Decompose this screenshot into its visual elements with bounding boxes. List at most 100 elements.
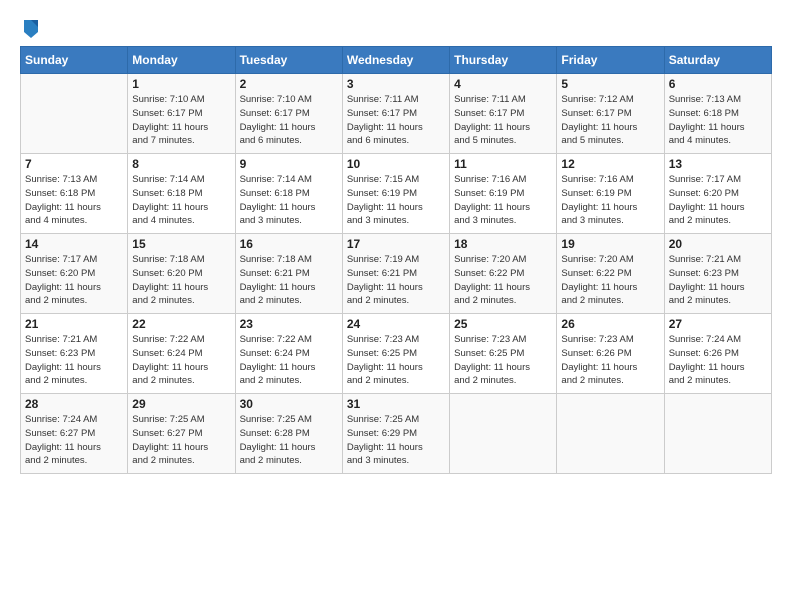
calendar-cell: 10 Sunrise: 7:15 AMSunset: 6:19 PMDayligh… [342, 154, 449, 234]
day-number: 26 [561, 317, 659, 331]
calendar-cell: 30 Sunrise: 7:25 AMSunset: 6:28 PMDayligh… [235, 394, 342, 474]
day-number: 2 [240, 77, 338, 91]
day-info: Sunrise: 7:10 AMSunset: 6:17 PMDaylight:… [240, 93, 338, 148]
logo [20, 18, 40, 40]
calendar-cell: 8 Sunrise: 7:14 AMSunset: 6:18 PMDaylight… [128, 154, 235, 234]
day-info: Sunrise: 7:10 AMSunset: 6:17 PMDaylight:… [132, 93, 230, 148]
calendar-cell: 18 Sunrise: 7:20 AMSunset: 6:22 PMDayligh… [450, 234, 557, 314]
day-info: Sunrise: 7:14 AMSunset: 6:18 PMDaylight:… [240, 173, 338, 228]
day-info: Sunrise: 7:17 AMSunset: 6:20 PMDaylight:… [25, 253, 123, 308]
week-row-4: 21 Sunrise: 7:21 AMSunset: 6:23 PMDayligh… [21, 314, 772, 394]
calendar-cell: 14Sunrise: 7:17 AMSunset: 6:20 PMDayligh… [21, 234, 128, 314]
week-row-2: 7 Sunrise: 7:13 AMSunset: 6:18 PMDaylight… [21, 154, 772, 234]
header-row: SundayMondayTuesdayWednesdayThursdayFrid… [21, 47, 772, 74]
day-info: Sunrise: 7:19 AMSunset: 6:21 PMDaylight:… [347, 253, 445, 308]
day-number: 31 [347, 397, 445, 411]
day-info: Sunrise: 7:23 AMSunset: 6:25 PMDaylight:… [454, 333, 552, 388]
calendar-cell: 4 Sunrise: 7:11 AMSunset: 6:17 PMDaylight… [450, 74, 557, 154]
day-number: 3 [347, 77, 445, 91]
day-number: 5 [561, 77, 659, 91]
day-header-wednesday: Wednesday [342, 47, 449, 74]
day-number: 25 [454, 317, 552, 331]
day-header-saturday: Saturday [664, 47, 771, 74]
day-info: Sunrise: 7:14 AMSunset: 6:18 PMDaylight:… [132, 173, 230, 228]
day-number: 17 [347, 237, 445, 251]
day-info: Sunrise: 7:23 AMSunset: 6:26 PMDaylight:… [561, 333, 659, 388]
calendar-cell: 31 Sunrise: 7:25 AMSunset: 6:29 PMDayligh… [342, 394, 449, 474]
day-number: 30 [240, 397, 338, 411]
day-number: 1 [132, 77, 230, 91]
calendar-cell: 23 Sunrise: 7:22 AMSunset: 6:24 PMDayligh… [235, 314, 342, 394]
calendar-cell: 20 Sunrise: 7:21 AMSunset: 6:23 PMDayligh… [664, 234, 771, 314]
day-number: 20 [669, 237, 767, 251]
calendar-cell: 13Sunrise: 7:17 AMSunset: 6:20 PMDayligh… [664, 154, 771, 234]
day-info: Sunrise: 7:24 AMSunset: 6:26 PMDaylight:… [669, 333, 767, 388]
calendar-table: SundayMondayTuesdayWednesdayThursdayFrid… [20, 46, 772, 474]
day-info: Sunrise: 7:15 AMSunset: 6:19 PMDaylight:… [347, 173, 445, 228]
day-info: Sunrise: 7:11 AMSunset: 6:17 PMDaylight:… [454, 93, 552, 148]
calendar-cell [21, 74, 128, 154]
calendar-cell: 22 Sunrise: 7:22 AMSunset: 6:24 PMDayligh… [128, 314, 235, 394]
calendar-cell: 25 Sunrise: 7:23 AMSunset: 6:25 PMDayligh… [450, 314, 557, 394]
day-header-friday: Friday [557, 47, 664, 74]
calendar-cell: 11 Sunrise: 7:16 AMSunset: 6:19 PMDayligh… [450, 154, 557, 234]
day-info: Sunrise: 7:16 AMSunset: 6:19 PMDaylight:… [454, 173, 552, 228]
day-number: 22 [132, 317, 230, 331]
day-info: Sunrise: 7:21 AMSunset: 6:23 PMDaylight:… [25, 333, 123, 388]
calendar-cell: 16 Sunrise: 7:18 AMSunset: 6:21 PMDayligh… [235, 234, 342, 314]
day-info: Sunrise: 7:16 AMSunset: 6:19 PMDaylight:… [561, 173, 659, 228]
calendar-cell: 5 Sunrise: 7:12 AMSunset: 6:17 PMDaylight… [557, 74, 664, 154]
day-info: Sunrise: 7:20 AMSunset: 6:22 PMDaylight:… [454, 253, 552, 308]
day-info: Sunrise: 7:24 AMSunset: 6:27 PMDaylight:… [25, 413, 123, 468]
day-number: 28 [25, 397, 123, 411]
day-info: Sunrise: 7:25 AMSunset: 6:28 PMDaylight:… [240, 413, 338, 468]
calendar-cell [450, 394, 557, 474]
calendar-cell [664, 394, 771, 474]
day-number: 16 [240, 237, 338, 251]
week-row-3: 14Sunrise: 7:17 AMSunset: 6:20 PMDayligh… [21, 234, 772, 314]
day-info: Sunrise: 7:22 AMSunset: 6:24 PMDaylight:… [132, 333, 230, 388]
calendar-cell: 19Sunrise: 7:20 AMSunset: 6:22 PMDayligh… [557, 234, 664, 314]
day-number: 19 [561, 237, 659, 251]
calendar-cell: 12 Sunrise: 7:16 AMSunset: 6:19 PMDayligh… [557, 154, 664, 234]
calendar-cell: 24Sunrise: 7:23 AMSunset: 6:25 PMDayligh… [342, 314, 449, 394]
week-row-5: 28 Sunrise: 7:24 AMSunset: 6:27 PMDayligh… [21, 394, 772, 474]
day-number: 8 [132, 157, 230, 171]
day-info: Sunrise: 7:18 AMSunset: 6:21 PMDaylight:… [240, 253, 338, 308]
day-number: 9 [240, 157, 338, 171]
day-number: 4 [454, 77, 552, 91]
logo-icon [22, 18, 40, 40]
calendar-cell: 9 Sunrise: 7:14 AMSunset: 6:18 PMDaylight… [235, 154, 342, 234]
day-info: Sunrise: 7:12 AMSunset: 6:17 PMDaylight:… [561, 93, 659, 148]
day-info: Sunrise: 7:22 AMSunset: 6:24 PMDaylight:… [240, 333, 338, 388]
calendar-cell: 3Sunrise: 7:11 AMSunset: 6:17 PMDaylight… [342, 74, 449, 154]
day-number: 12 [561, 157, 659, 171]
day-number: 21 [25, 317, 123, 331]
day-header-monday: Monday [128, 47, 235, 74]
calendar-header [20, 18, 772, 40]
calendar-cell: 26 Sunrise: 7:23 AMSunset: 6:26 PMDayligh… [557, 314, 664, 394]
day-header-tuesday: Tuesday [235, 47, 342, 74]
day-info: Sunrise: 7:13 AMSunset: 6:18 PMDaylight:… [25, 173, 123, 228]
day-info: Sunrise: 7:21 AMSunset: 6:23 PMDaylight:… [669, 253, 767, 308]
day-number: 23 [240, 317, 338, 331]
day-number: 13 [669, 157, 767, 171]
day-number: 7 [25, 157, 123, 171]
day-number: 11 [454, 157, 552, 171]
day-info: Sunrise: 7:18 AMSunset: 6:20 PMDaylight:… [132, 253, 230, 308]
calendar-cell: 1 Sunrise: 7:10 AMSunset: 6:17 PMDaylight… [128, 74, 235, 154]
day-header-thursday: Thursday [450, 47, 557, 74]
calendar-cell: 21 Sunrise: 7:21 AMSunset: 6:23 PMDayligh… [21, 314, 128, 394]
calendar-cell: 28 Sunrise: 7:24 AMSunset: 6:27 PMDayligh… [21, 394, 128, 474]
day-header-sunday: Sunday [21, 47, 128, 74]
calendar-cell: 17 Sunrise: 7:19 AMSunset: 6:21 PMDayligh… [342, 234, 449, 314]
calendar-cell [557, 394, 664, 474]
day-number: 18 [454, 237, 552, 251]
day-number: 10 [347, 157, 445, 171]
calendar-cell: 2 Sunrise: 7:10 AMSunset: 6:17 PMDaylight… [235, 74, 342, 154]
calendar-container: SundayMondayTuesdayWednesdayThursdayFrid… [0, 0, 792, 612]
calendar-cell: 27Sunrise: 7:24 AMSunset: 6:26 PMDayligh… [664, 314, 771, 394]
day-number: 15 [132, 237, 230, 251]
day-info: Sunrise: 7:25 AMSunset: 6:29 PMDaylight:… [347, 413, 445, 468]
week-row-1: 1 Sunrise: 7:10 AMSunset: 6:17 PMDaylight… [21, 74, 772, 154]
